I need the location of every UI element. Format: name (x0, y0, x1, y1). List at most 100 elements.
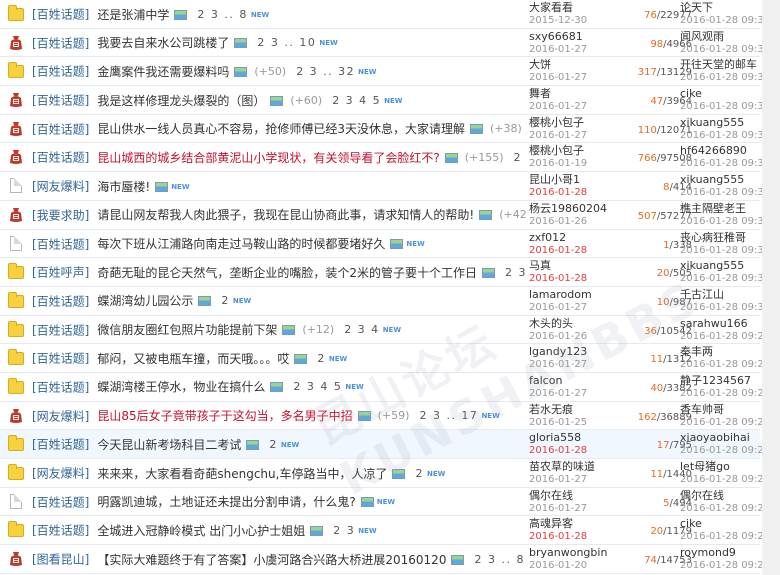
last-reply-user-link[interactable]: let母猪go (680, 460, 760, 473)
last-reply-date[interactable]: 2016-01-28 09:33 (680, 14, 770, 28)
last-reply-date[interactable]: 2016-01-28 09:31 (680, 244, 770, 258)
thread-category-link[interactable]: [网友爆料] (32, 180, 89, 194)
last-reply-user-link[interactable]: cike (680, 517, 760, 530)
thread-title-link[interactable]: 昆山供水一线人员真心不容易，抢修师傅已经3天没休息，大家请理解 (97, 122, 465, 136)
thread-title-link[interactable]: 全城进入冠静岭模式 出门小心护士姐姐 (97, 524, 305, 538)
last-reply-user-link[interactable]: 樵主隔壁老王 (680, 202, 760, 215)
last-reply-date[interactable]: 2016-01-28 09:32 (680, 129, 770, 143)
thread-row[interactable]: [百姓话题] 蝶湖湾幼儿园公示 2 NEW lamarodom 2016-01-27 10/… (0, 287, 770, 316)
thread-page-links[interactable]: 2 (317, 352, 326, 365)
thread-title-link[interactable]: 还是张浦中学 (97, 8, 169, 22)
last-reply-user-link[interactable]: 千古江山 (680, 288, 760, 301)
last-reply-user-link[interactable]: 香车帅哥 (680, 403, 760, 416)
thread-page-links[interactable]: 2 3 (505, 266, 526, 279)
thread-row[interactable]: [百姓话题] 全城进入冠静岭模式 出门小心护士姐姐 2 3 NEW 高魂异客 2016-0… (0, 516, 770, 546)
last-reply-user-link[interactable]: 论天下 (680, 1, 760, 14)
last-reply-user-link[interactable]: 闻风观雨 (680, 30, 760, 43)
thread-category-link[interactable]: [百姓话题] (32, 438, 89, 452)
thread-page-links[interactable]: 2 (269, 438, 278, 451)
thread-row[interactable]: [图看昆山] 【实际大难题终于有了答案】小虞河路合兴路大桥进展20160120 2 … (0, 545, 770, 574)
thread-row[interactable]: [百姓话题] 郁闷，又被电瓶车撞，而天哦。。。哎 2 NEW lgandy123 2016… (0, 344, 770, 373)
thread-title-link[interactable]: 蝶湖湾幼儿园公示 (97, 294, 193, 308)
last-reply-date[interactable]: 2016-01-28 09:33 (680, 43, 770, 57)
thread-page-links[interactable]: 2 3 4 5 (293, 380, 342, 393)
thread-row[interactable]: [百姓话题] 微信朋友圈红包照片功能提前下架 (+12) 2 3 4 NEW 木头的头 20… (0, 316, 770, 345)
last-reply-date[interactable]: 2016-01-28 09:26 (680, 473, 770, 487)
last-reply-date[interactable]: 2016-01-28 09:31 (680, 272, 770, 286)
thread-category-link[interactable]: [百姓话题] (32, 36, 89, 50)
thread-row[interactable]: [网友爆料] 来来来，大家看看奇葩shengchu,车停路当中，人凉了 2 NEW 苗农… (0, 459, 770, 488)
last-reply-date[interactable]: 2016-01-28 09:28 (680, 330, 770, 344)
thread-page-links[interactable]: 2 3 .. 8 (197, 8, 247, 21)
last-reply-user-link[interactable]: roymond9 (680, 546, 760, 559)
thread-row[interactable]: [百姓话题] 昆山供水一线人员真心不容易，抢修师傅已经3天没休息，大家请理解 (+3… (0, 115, 770, 144)
thread-category-link[interactable]: [图看昆山] (32, 553, 89, 567)
last-reply-date[interactable]: 2016-01-28 09:31 (680, 215, 770, 229)
thread-row[interactable]: [我要求助] 请昆山网友帮我人肉此猥子，我现在昆山协商此事，请求知情人的帮助! (+… (0, 201, 770, 230)
last-reply-date[interactable]: 2016-01-28 09:30 (680, 301, 770, 315)
thread-page-links[interactable]: 2 (221, 294, 230, 307)
thread-title-link[interactable]: 明露凯迪城，土地证还未提出分割申请，什么鬼? (97, 495, 355, 509)
thread-title-link[interactable]: 郁闷，又被电瓶车撞，而天哦。。。哎 (97, 352, 289, 366)
thread-title-link[interactable]: 我是这样修理龙头爆裂的（图） (97, 94, 265, 108)
thread-category-link[interactable]: [百姓话题] (32, 294, 89, 308)
thread-category-link[interactable]: [百姓话题] (32, 237, 89, 251)
thread-category-link[interactable]: [百姓话题] (32, 380, 89, 394)
last-reply-date[interactable]: 2016-01-28 09:25 (680, 502, 770, 516)
last-reply-user-link[interactable]: hf64266890 (680, 144, 760, 157)
thread-title-link[interactable]: 海市蜃楼! (97, 180, 150, 194)
thread-category-link[interactable]: [百姓话题] (32, 495, 89, 509)
thread-row[interactable]: [百姓话题] 还是张浦中学 2 3 .. 8 NEW 大家看看 2015-12-30 76/… (0, 0, 770, 29)
last-reply-date[interactable]: 2016-01-28 09:26 (680, 444, 770, 458)
last-reply-user-link[interactable]: xikuang555 (680, 116, 760, 129)
thread-page-links[interactable]: 2 3 (333, 524, 355, 537)
thread-category-link[interactable]: [百姓话题] (32, 352, 89, 366)
thread-page-links[interactable]: 2 3 .. 17 (419, 409, 478, 422)
thread-category-link[interactable]: [百姓话题] (32, 122, 89, 136)
thread-row[interactable]: [百姓呼声] 奇葩无耻的昆仑天然气，垄断企业的嘴脸，装个2米的管子要十个工作日 2 … (0, 258, 770, 287)
thread-row[interactable]: [百姓话题] 金鹰案件我还需要爆料吗 (+50) 2 3 .. 32 NEW 大饼 2016… (0, 57, 770, 87)
thread-page-links[interactable]: 2 3 .. 77 (514, 151, 526, 164)
thread-title-link[interactable]: 金鹰案件我还需要爆料吗 (97, 65, 229, 79)
thread-title-link[interactable]: 来来来，大家看看奇葩shengchu,车停路当中，人凉了 (97, 467, 387, 481)
thread-row[interactable]: [百姓话题] 蝶湖湾楼王停水，物业在搞什么 2 3 4 5 NEW falcon 2016… (0, 373, 770, 402)
last-reply-user-link[interactable]: cike (680, 87, 760, 100)
thread-row[interactable]: [百姓话题] 每次下班从江浦路向南走过马鞍山路的时候都要堵好久 NEW zxf012 2… (0, 230, 770, 259)
last-reply-user-link[interactable]: 秦丰两 (680, 345, 760, 358)
thread-category-link[interactable]: [百姓话题] (32, 8, 89, 22)
last-reply-date[interactable]: 2016-01-28 09:27 (680, 387, 770, 401)
thread-category-link[interactable]: [百姓话题] (32, 524, 89, 538)
last-reply-user-link[interactable]: 静子1234567 (680, 374, 760, 387)
thread-row[interactable]: [百姓话题] 昆山城西的城乡结合部黄泥山小学现状，有关领导看了会脸红不? (+155… (0, 143, 770, 173)
thread-title-link[interactable]: 奇葩无耻的昆仑天然气，垄断企业的嘴脸，装个2米的管子要十个工作日 (97, 266, 477, 280)
thread-page-links[interactable]: 2 3 .. 32 (296, 65, 355, 78)
thread-category-link[interactable]: [百姓话题] (32, 151, 89, 165)
thread-title-link[interactable]: 蝶湖湾楼王停水，物业在搞什么 (97, 380, 265, 394)
thread-category-link[interactable]: [百姓话题] (32, 94, 89, 108)
thread-row[interactable]: [百姓话题] 明露凯迪城，土地证还未提出分割申请，什么鬼? NEW 偶尔在线 2016-… (0, 488, 770, 517)
last-reply-user-link[interactable]: sarahwu166 (680, 317, 760, 330)
thread-title-link[interactable]: 微信朋友圈红包照片功能提前下架 (97, 323, 277, 337)
thread-row[interactable]: [百姓话题] 我要去自来水公司跳楼了 2 3 .. 10 NEW sxy66681 201… (0, 29, 770, 58)
last-reply-date[interactable]: 2016-01-28 09:33 (680, 100, 770, 114)
last-reply-date[interactable]: 2016-01-28 09:26 (680, 416, 770, 430)
last-reply-date[interactable]: 2016-01-28 09:24 (680, 559, 770, 573)
thread-page-links[interactable]: 2 3 4 5 (332, 94, 381, 107)
last-reply-user-link[interactable]: 偶尔在线 (680, 489, 760, 502)
last-reply-user-link[interactable]: xiaoyaobihai (680, 431, 760, 444)
thread-title-link[interactable]: 每次下班从江浦路向南走过马鞍山路的时候都要堵好久 (97, 237, 385, 251)
last-reply-date[interactable]: 2016-01-28 09:33 (680, 71, 770, 85)
thread-title-link[interactable]: 昆山城西的城乡结合部黄泥山小学现状，有关领导看了会脸红不? (97, 151, 439, 165)
last-reply-date[interactable]: 2016-01-28 09:27 (680, 358, 770, 372)
thread-category-link[interactable]: [百姓呼声] (32, 266, 89, 280)
last-reply-date[interactable]: 2016-01-28 09:31 (680, 186, 770, 200)
thread-row[interactable]: [百姓话题] 今天昆山新考场科目二考试 2 NEW gloria558 2016-01-2… (0, 430, 770, 459)
thread-page-links[interactable]: 2 3 .. 8 (474, 553, 524, 566)
thread-category-link[interactable]: [我要求助] (32, 208, 89, 222)
thread-title-link[interactable]: 今天昆山新考场科目二考试 (97, 438, 241, 452)
thread-category-link[interactable]: [网友爆料] (32, 467, 89, 481)
thread-page-links[interactable]: 2 3 4 (344, 323, 380, 336)
last-reply-date[interactable]: 2016-01-28 09:25 (680, 530, 770, 544)
thread-row[interactable]: [网友爆料] 海市蜃楼! NEW 昆山小哥1 2016-01-28 8/414 xikuan… (0, 172, 770, 201)
thread-category-link[interactable]: [百姓话题] (32, 65, 89, 79)
